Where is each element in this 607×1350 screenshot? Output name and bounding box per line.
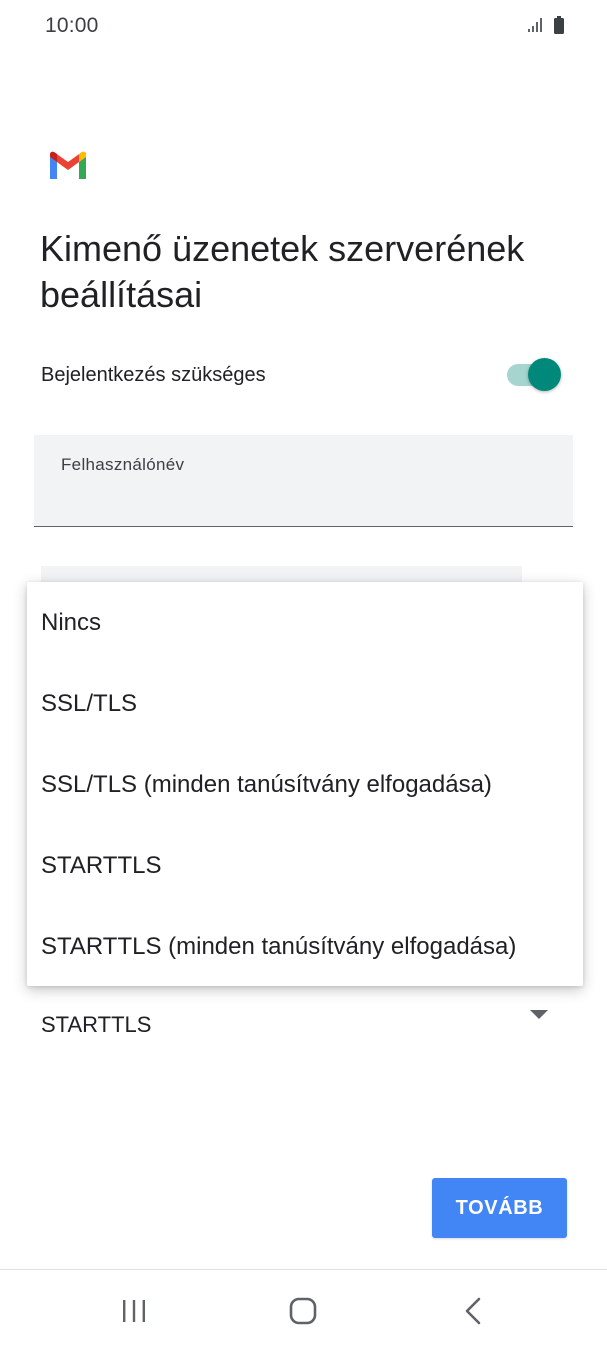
recent-apps-icon[interactable] (120, 1299, 148, 1323)
login-required-label: Bejelentkezés szükséges (41, 364, 266, 386)
security-type-menu: Nincs SSL/TLS SSL/TLS (minden tanúsítván… (27, 582, 583, 986)
battery-icon (553, 16, 565, 39)
home-icon[interactable] (289, 1297, 317, 1325)
next-button[interactable]: TOVÁBB (432, 1178, 567, 1238)
menu-item-nincs[interactable]: Nincs (27, 582, 583, 663)
page-title: Kimenő üzenetek szerverének beállításai (40, 228, 525, 315)
security-type-selected-value[interactable]: STARTTLS (41, 1012, 151, 1038)
screen: 10:00 Kimenő üzenetek szerverének beállí… (0, 0, 607, 1350)
dropdown-arrow-icon[interactable] (530, 1010, 548, 1019)
status-time: 10:00 (45, 14, 99, 37)
signal-bars-icon (527, 17, 545, 38)
menu-item-ssl-tls[interactable]: SSL/TLS (27, 663, 583, 744)
back-icon[interactable] (462, 1297, 486, 1325)
menu-item-ssl-tls-accept-all[interactable]: SSL/TLS (minden tanúsítvány elfogadása) (27, 744, 583, 825)
status-icons (527, 16, 565, 39)
menu-item-starttls-accept-all[interactable]: STARTTLS (minden tanúsítvány elfogadása) (27, 906, 583, 987)
gmail-logo-icon (48, 151, 88, 181)
menu-item-starttls[interactable]: STARTTLS (27, 825, 583, 906)
login-required-row[interactable]: Bejelentkezés szükséges (41, 358, 567, 394)
username-field-label: Felhasználónév (61, 455, 185, 474)
username-field[interactable]: Felhasználónév (34, 435, 573, 527)
navigation-bar (0, 1269, 607, 1350)
login-required-toggle-thumb[interactable] (528, 358, 561, 391)
